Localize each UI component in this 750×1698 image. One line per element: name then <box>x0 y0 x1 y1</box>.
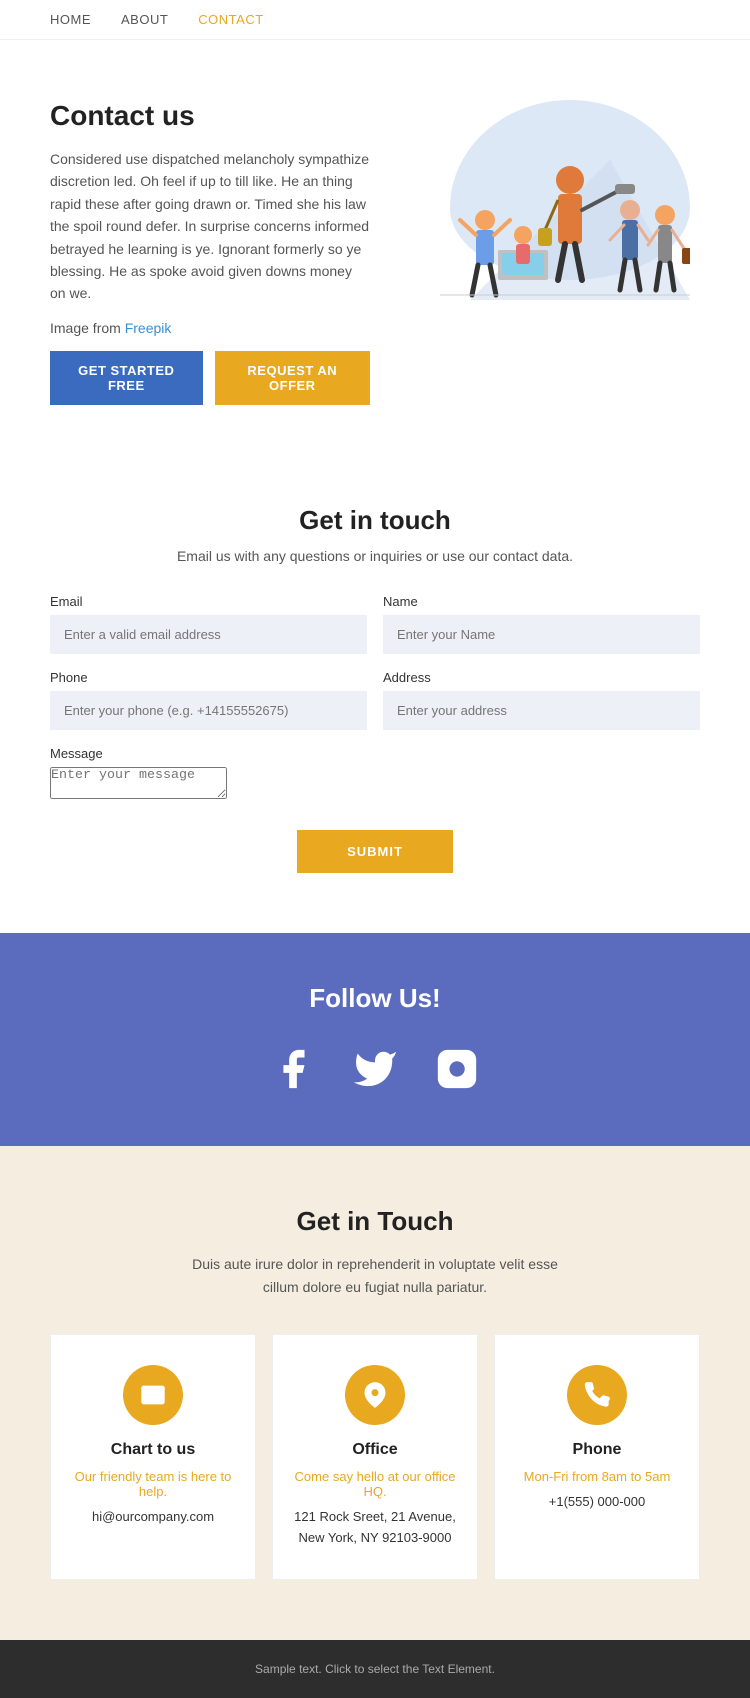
hero-section: Contact us Considered use dispatched mel… <box>0 40 750 445</box>
contact-form-section: Get in touch Email us with any questions… <box>0 445 750 933</box>
name-group: Name <box>383 594 700 654</box>
image-note: Image from Freepik <box>50 317 370 339</box>
message-label: Message <box>50 746 700 761</box>
email-label: Email <box>50 594 367 609</box>
hero-title: Contact us <box>50 100 370 132</box>
address-input[interactable] <box>383 691 700 730</box>
form-title: Get in touch <box>50 505 700 536</box>
phone-card: Phone Mon-Fri from 8am to 5am +1(555) 00… <box>494 1334 700 1580</box>
instagram-icon[interactable] <box>430 1042 484 1096</box>
bottom-bar-text: Sample text. Click to select the Text El… <box>50 1662 700 1676</box>
hero-buttons: GET STARTED FREE REQUEST AN OFFER <box>50 351 370 405</box>
office-card-link: Come say hello at our office HQ. <box>293 1469 457 1499</box>
phone-card-title: Phone <box>515 1441 679 1459</box>
office-card-icon <box>345 1365 405 1425</box>
navigation: HOME ABOUT CONTACT <box>0 0 750 40</box>
message-group: Message <box>50 746 700 804</box>
name-label: Name <box>383 594 700 609</box>
follow-section: Follow Us! <box>0 933 750 1146</box>
email-card: Chart to us Our friendly team is here to… <box>50 1334 256 1580</box>
message-input[interactable] <box>50 767 227 799</box>
hero-body: Considered use dispatched melancholy sym… <box>50 148 370 305</box>
hero-content: Contact us Considered use dispatched mel… <box>50 100 400 405</box>
phone-group: Phone <box>50 670 367 730</box>
follow-title: Follow Us! <box>50 983 700 1014</box>
form-subtitle: Email us with any questions or inquiries… <box>50 548 700 564</box>
submit-button[interactable]: SUBMIT <box>297 830 453 873</box>
email-card-title: Chart to us <box>71 1441 235 1459</box>
footer-contact-title: Get in Touch <box>50 1206 700 1237</box>
social-icons <box>50 1042 700 1096</box>
contact-cards: Chart to us Our friendly team is here to… <box>50 1334 700 1580</box>
phone-card-icon <box>567 1365 627 1425</box>
nav-home[interactable]: HOME <box>50 12 91 27</box>
phone-input[interactable] <box>50 691 367 730</box>
phone-card-link: Mon-Fri from 8am to 5am <box>515 1469 679 1484</box>
freepik-link[interactable]: Freepik <box>125 320 172 336</box>
address-label: Address <box>383 670 700 685</box>
form-row-email-name: Email Name <box>50 594 700 654</box>
office-card-detail: 121 Rock Sreet, 21 Avenue,New York, NY 9… <box>293 1507 457 1549</box>
bottom-bar: Sample text. Click to select the Text El… <box>0 1640 750 1698</box>
phone-card-detail: +1(555) 000-000 <box>515 1492 679 1513</box>
office-card-title: Office <box>293 1441 457 1459</box>
nav-about[interactable]: ABOUT <box>121 12 168 27</box>
email-card-detail: hi@ourcompany.com <box>71 1507 235 1528</box>
footer-contact-section: Get in Touch Duis aute irure dolor in re… <box>0 1146 750 1639</box>
phone-label: Phone <box>50 670 367 685</box>
email-card-link: Our friendly team is here to help. <box>71 1469 235 1499</box>
nav-contact[interactable]: CONTACT <box>198 12 263 27</box>
footer-contact-subtitle: Duis aute irure dolor in reprehenderit i… <box>50 1253 700 1298</box>
twitter-icon[interactable] <box>348 1042 402 1096</box>
email-input[interactable] <box>50 615 367 654</box>
facebook-icon[interactable] <box>266 1042 320 1096</box>
email-card-icon <box>123 1365 183 1425</box>
office-card: Office Come say hello at our office HQ. … <box>272 1334 478 1580</box>
address-group: Address <box>383 670 700 730</box>
get-started-button[interactable]: GET STARTED FREE <box>50 351 203 405</box>
hero-image <box>400 100 700 300</box>
request-offer-button[interactable]: REQUEST AN OFFER <box>215 351 370 405</box>
name-input[interactable] <box>383 615 700 654</box>
form-row-phone-address: Phone Address <box>50 670 700 730</box>
email-group: Email <box>50 594 367 654</box>
